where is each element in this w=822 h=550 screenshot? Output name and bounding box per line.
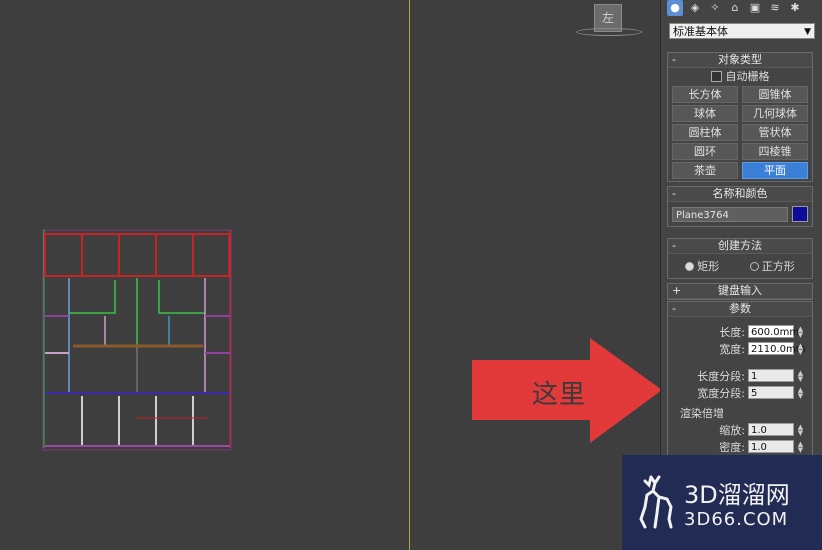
viewcube-ring[interactable]	[576, 28, 642, 36]
width-segs-label: 宽度分段:	[697, 386, 745, 400]
tube-button[interactable]: 管状体	[742, 124, 808, 141]
spinner-icon[interactable]: ▲ ▼	[797, 369, 804, 382]
watermark-subtitle: 3D66.COM	[684, 509, 789, 530]
top-cabinet	[44, 233, 230, 277]
sphere-icon[interactable]: ●	[667, 0, 683, 16]
density-label: 密度:	[719, 440, 745, 454]
length-param: 长度: 600.0mm ▲ ▼	[668, 323, 812, 340]
rollout-title: 对象类型	[718, 53, 762, 66]
collapse-icon: -	[672, 239, 676, 252]
spinner-icon[interactable]: ▲ ▼	[797, 386, 804, 399]
rollout-creation-method: - 创建方法 矩形 正方形	[667, 238, 813, 279]
viewport-divider[interactable]	[409, 0, 410, 550]
scale-param: 缩放: 1.0 ▲ ▼	[668, 421, 812, 438]
spinner-icon[interactable]: ▲ ▼	[797, 325, 804, 338]
width-segs-param: 宽度分段: 5 ▲ ▼	[668, 384, 812, 401]
spinner-icon[interactable]: ▲ ▼	[797, 440, 804, 453]
length-segs-input[interactable]: 1	[748, 369, 794, 382]
rollout-keyboard-entry: + 键盘输入	[667, 283, 813, 300]
rectangle-label: 矩形	[697, 260, 720, 273]
length-segs-param: 长度分段: 1 ▲ ▼	[668, 367, 812, 384]
camera-icon[interactable]: ⌂	[727, 0, 743, 16]
scale-label: 缩放:	[719, 423, 745, 437]
rollout-title: 名称和颜色	[712, 187, 768, 200]
pyramid-button[interactable]: 四棱锥	[742, 143, 808, 160]
category-select[interactable]: 标准基本体 ▼	[669, 23, 815, 39]
rollout-parameters-header[interactable]: - 参数	[668, 302, 812, 317]
rollout-title: 创建方法	[718, 239, 762, 252]
viewport[interactable]: 左 这里	[0, 0, 662, 550]
box-button[interactable]: 长方体	[672, 86, 738, 103]
category-select-value: 标准基本体	[673, 25, 728, 38]
object-name-field[interactable]: Plane3764	[672, 206, 789, 222]
rollout-parameters: - 参数 长度: 600.0mm ▲ ▼ 宽度: 2110.0mm ▲ ▼ 长度分段…	[667, 301, 813, 461]
cylinder-button[interactable]: 圆柱体	[672, 124, 738, 141]
rollout-title: 参数	[729, 302, 751, 315]
plane-button[interactable]: 平面	[742, 162, 808, 179]
watermark-title: 3D溜溜网	[684, 481, 790, 509]
helper-icon[interactable]: ▣	[747, 0, 763, 16]
length-label: 长度:	[719, 325, 745, 339]
spinner-icon[interactable]: ▲ ▼	[797, 342, 804, 355]
length-input[interactable]: 600.0mm	[748, 325, 799, 338]
primitive-buttons: 长方体 圆锥体 球体 几何球体 圆柱体 管状体 圆环 四棱锥 茶壶 平面	[668, 84, 812, 181]
autogrid-checkbox[interactable]	[710, 70, 722, 82]
width-label: 宽度:	[719, 342, 745, 356]
radio-dot	[749, 261, 759, 271]
watermark: 3D溜溜网 3D66.COM	[622, 455, 822, 550]
autogrid-label: 自动栅格	[725, 70, 770, 83]
expand-icon: +	[672, 284, 682, 297]
systems-icon[interactable]: ✱	[787, 0, 803, 16]
width-input[interactable]: 2110.0mm	[748, 342, 805, 355]
autogrid-checkbox-row[interactable]: 自动栅格	[668, 68, 812, 84]
create-toolbar: ● ◈ ✧ ⌂ ▣ ≋ ✱	[667, 0, 803, 18]
sphere-button[interactable]: 球体	[672, 105, 738, 122]
length-segs-label: 长度分段:	[697, 369, 745, 383]
scale-input[interactable]: 1.0	[748, 423, 794, 436]
rollout-title: 键盘输入	[718, 284, 762, 297]
rollout-name-color: - 名称和颜色 Plane3764	[667, 186, 813, 227]
square-radio[interactable]: 正方形	[749, 258, 795, 274]
cone-button[interactable]: 圆锥体	[742, 86, 808, 103]
shapes-icon[interactable]: ◈	[687, 0, 703, 16]
collapse-icon: -	[672, 302, 676, 315]
deer-logo-icon	[639, 475, 673, 529]
rollout-keyboard-entry-header[interactable]: + 键盘输入	[668, 284, 812, 299]
rollout-creation-method-header[interactable]: - 创建方法	[668, 239, 812, 254]
torus-button[interactable]: 圆环	[672, 143, 738, 160]
density-param: 密度: 1.0 ▲ ▼	[668, 438, 812, 455]
radio-dot	[685, 261, 695, 271]
width-param: 宽度: 2110.0mm ▲ ▼	[668, 340, 812, 357]
rollout-name-color-header[interactable]: - 名称和颜色	[668, 187, 812, 202]
rectangle-radio[interactable]: 矩形	[685, 258, 719, 274]
rollout-object-type: - 对象类型 自动栅格 长方体 圆锥体 球体 几何球体 圆柱体 管状体 圆环 四…	[667, 52, 813, 182]
rollout-object-type-header[interactable]: - 对象类型	[668, 53, 812, 68]
geosphere-button[interactable]: 几何球体	[742, 105, 808, 122]
wardrobe-drawing	[42, 229, 232, 451]
light-icon[interactable]: ✧	[707, 0, 723, 16]
collapse-icon: -	[672, 187, 676, 200]
collapse-icon: -	[672, 53, 676, 66]
render-multipliers-label: 渲染倍增	[680, 407, 724, 420]
density-input[interactable]: 1.0	[748, 440, 794, 453]
square-label: 正方形	[761, 260, 795, 273]
spinner-icon[interactable]: ▲ ▼	[797, 423, 804, 436]
chevron-down-icon: ▼	[804, 27, 811, 37]
width-segs-input[interactable]: 5	[748, 386, 794, 399]
teapot-button[interactable]: 茶壶	[672, 162, 738, 179]
object-color-swatch[interactable]	[792, 206, 808, 222]
spacewarp-icon[interactable]: ≋	[767, 0, 783, 16]
arrow-text: 这里	[532, 380, 587, 410]
